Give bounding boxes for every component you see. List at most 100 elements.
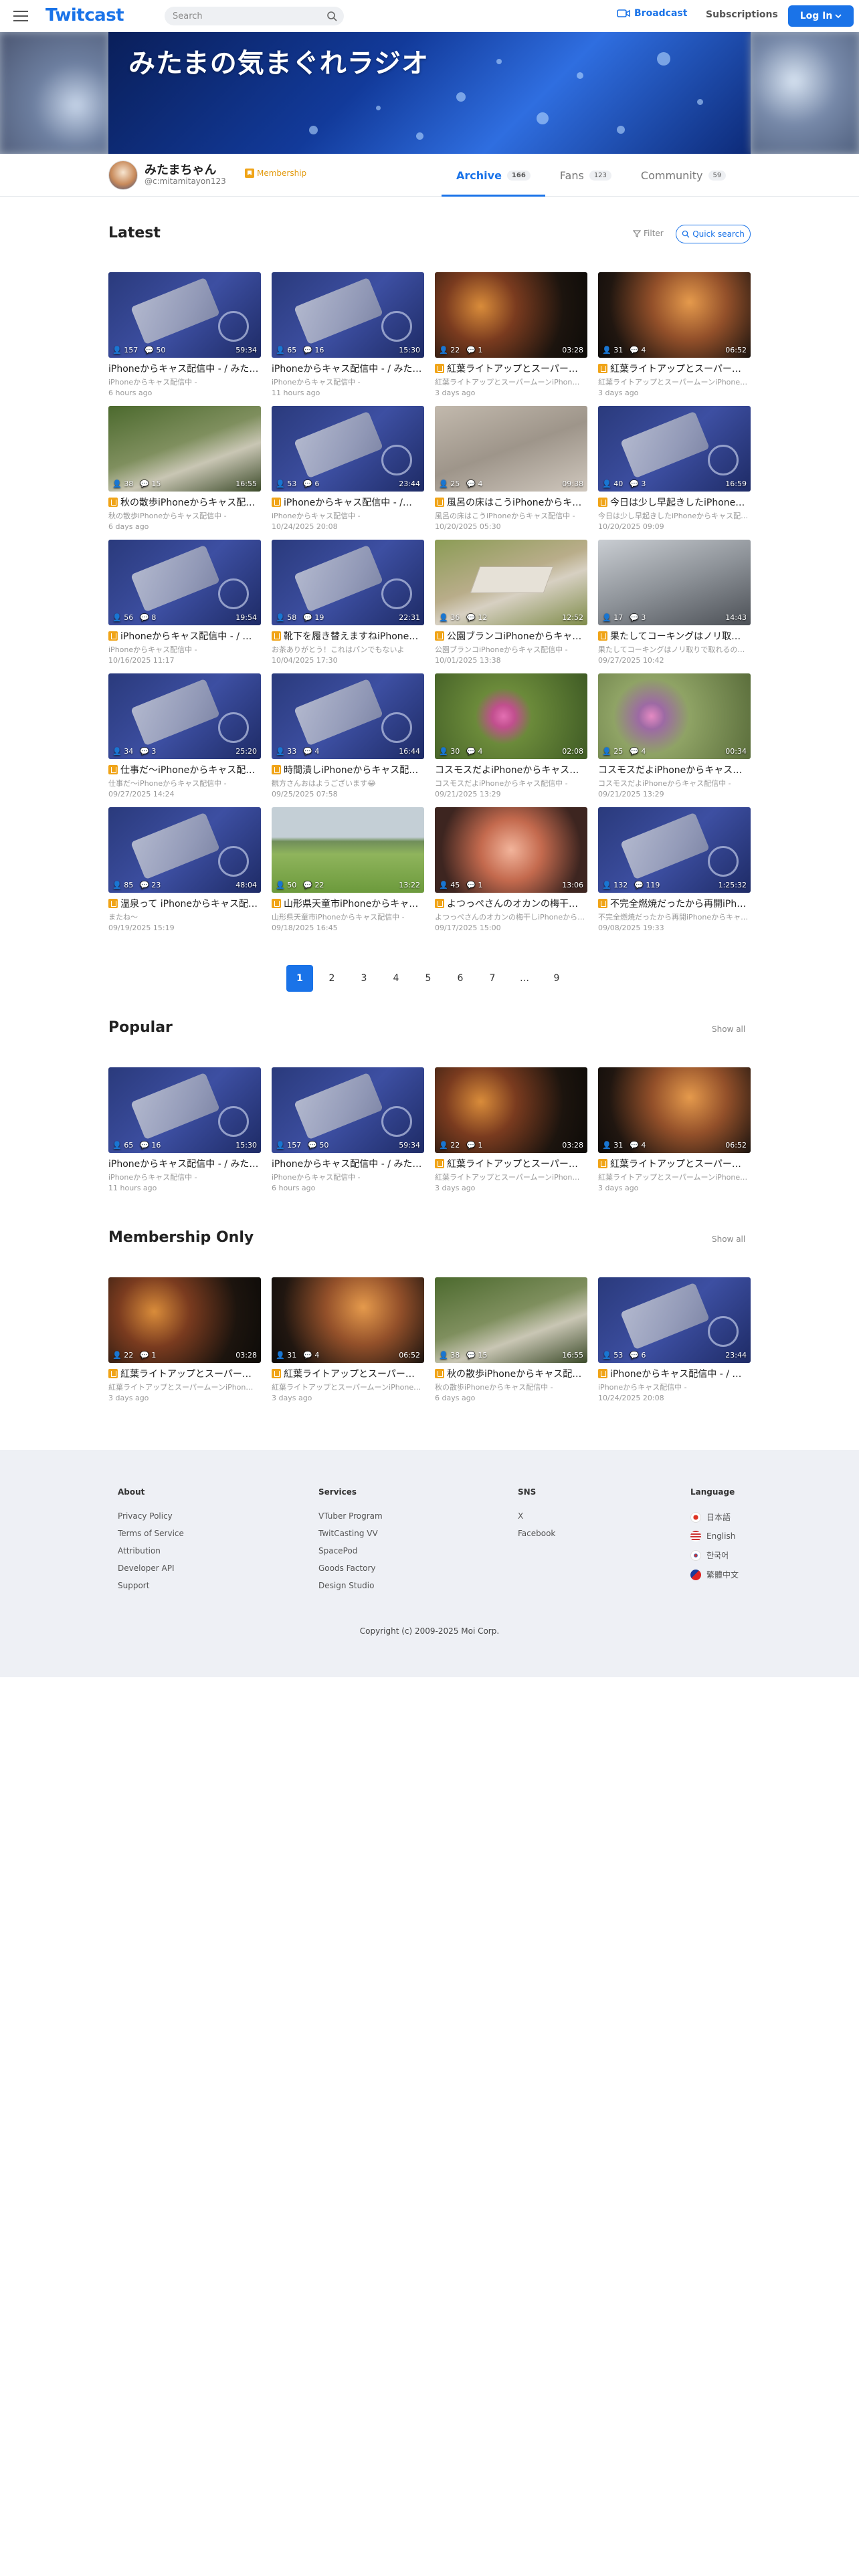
- video-title[interactable]: 靴下を履き替えますねiPhone…: [272, 629, 424, 643]
- video-thumbnail[interactable]: 👤 25 💬 4 09:38: [435, 406, 587, 492]
- login-button[interactable]: Log In: [788, 5, 854, 27]
- video-thumbnail[interactable]: 👤 40 💬 3 16:59: [598, 406, 751, 492]
- video-thumbnail[interactable]: 👤 30 💬 4 02:08: [435, 673, 587, 759]
- video-thumbnail[interactable]: 👤 157 💬 50 59:34: [108, 272, 261, 358]
- video-card[interactable]: 👤 25 💬 4 09:38 風呂の床はこうiPhoneからキ… 風呂の床はこうiPho…: [435, 406, 587, 540]
- video-title[interactable]: iPhoneからキャス配信中 - / …: [108, 629, 261, 643]
- video-title[interactable]: 紅葉ライトアップとスーパー…: [272, 1367, 424, 1380]
- footer-link-privacy[interactable]: Privacy Policy: [118, 1511, 184, 1521]
- video-thumbnail[interactable]: 👤 31 💬 4 06:52: [272, 1277, 424, 1363]
- video-title[interactable]: 紅葉ライトアップとスーパー…: [598, 1157, 751, 1170]
- video-thumbnail[interactable]: 👤 50 💬 22 13:22: [272, 807, 424, 893]
- search-input[interactable]: [173, 11, 320, 21]
- membership-show-all-link[interactable]: Show all: [712, 1235, 745, 1244]
- video-title[interactable]: 紅葉ライトアップとスーパー…: [108, 1367, 261, 1380]
- page-button[interactable]: 2: [318, 965, 345, 992]
- video-card[interactable]: 👤 157 💬 50 59:34 iPhoneからキャス配信中 - / みた… iPho…: [272, 1067, 424, 1201]
- page-button[interactable]: 7: [479, 965, 506, 992]
- video-thumbnail[interactable]: 👤 58 💬 19 22:31: [272, 540, 424, 625]
- video-thumbnail[interactable]: 👤 38 💬 15 16:55: [435, 1277, 587, 1363]
- video-card[interactable]: 👤 45 💬 1 13:06 よつっぺさんのオカンの梅干… よつっぺさんのオカンの梅干し…: [435, 807, 587, 941]
- video-title[interactable]: 公園ブランコiPhoneからキャ…: [435, 629, 587, 643]
- video-card[interactable]: 👤 65 💬 16 15:30 iPhoneからキャス配信中 - / みた… iPhon…: [108, 1067, 261, 1201]
- video-title[interactable]: iPhoneからキャス配信中 - / みた…: [272, 362, 424, 375]
- footer-link-design[interactable]: Design Studio: [318, 1581, 383, 1590]
- video-title[interactable]: 不完全燃焼だったから再開iPh…: [598, 897, 751, 910]
- video-title[interactable]: 紅葉ライトアップとスーパー…: [435, 1157, 587, 1170]
- video-thumbnail[interactable]: 👤 38 💬 15 16:55: [108, 406, 261, 492]
- video-thumbnail[interactable]: 👤 22 💬 1 03:28: [435, 272, 587, 358]
- footer-link-facebook[interactable]: Facebook: [518, 1529, 555, 1538]
- video-card[interactable]: 👤 34 💬 3 25:20 仕事だ〜iPhoneからキャス配… 仕事だ〜iPhoneか…: [108, 673, 261, 807]
- video-title[interactable]: iPhoneからキャス配信中 - / みた…: [108, 1157, 261, 1170]
- video-title[interactable]: コスモスだよiPhoneからキャス…: [435, 763, 587, 776]
- page-button[interactable]: 9: [543, 965, 570, 992]
- video-thumbnail[interactable]: 👤 45 💬 1 13:06: [435, 807, 587, 893]
- video-card[interactable]: 👤 157 💬 50 59:34 iPhoneからキャス配信中 - / みた… iPho…: [108, 272, 261, 406]
- profile-name[interactable]: みたまちゃん: [145, 160, 216, 178]
- video-card[interactable]: 👤 31 💬 4 06:52 紅葉ライトアップとスーパー… 紅葉ライトアップとスーパーム…: [598, 1067, 751, 1201]
- video-title[interactable]: 今日は少し早起きしたiPhone…: [598, 496, 751, 509]
- video-card[interactable]: 👤 53 💬 6 23:44 iPhoneからキャス配信中 - /… iPhoneからキ…: [272, 406, 424, 540]
- tab-community[interactable]: Community 59: [626, 154, 741, 197]
- footer-link-attribution[interactable]: Attribution: [118, 1546, 184, 1555]
- video-title[interactable]: iPhoneからキャス配信中 - /…: [272, 496, 424, 509]
- video-title[interactable]: 紅葉ライトアップとスーパー…: [598, 362, 751, 375]
- video-title[interactable]: 秋の散歩iPhoneからキャス配…: [108, 496, 261, 509]
- menu-icon[interactable]: [13, 9, 28, 21]
- video-title[interactable]: コスモスだよiPhoneからキャス…: [598, 763, 751, 776]
- video-card[interactable]: 👤 22 💬 1 03:28 紅葉ライトアップとスーパー… 紅葉ライトアップとスーパーム…: [435, 1067, 587, 1201]
- video-title[interactable]: iPhoneからキャス配信中 - / みた…: [272, 1157, 424, 1170]
- footer-link-vtuber[interactable]: VTuber Program: [318, 1511, 383, 1521]
- video-thumbnail[interactable]: 👤 157 💬 50 59:34: [272, 1067, 424, 1153]
- avatar[interactable]: [108, 160, 138, 190]
- video-thumbnail[interactable]: 👤 36 💬 12 12:52: [435, 540, 587, 625]
- video-thumbnail[interactable]: 👤 31 💬 4 06:52: [598, 272, 751, 358]
- tab-fans[interactable]: Fans 123: [545, 154, 626, 197]
- footer-link-spacepod[interactable]: SpacePod: [318, 1546, 383, 1555]
- site-logo[interactable]: Twitcast: [45, 5, 124, 25]
- footer-link-x[interactable]: X: [518, 1511, 555, 1521]
- video-card[interactable]: 👤 31 💬 4 06:52 紅葉ライトアップとスーパー… 紅葉ライトアップとスーパーム…: [272, 1277, 424, 1411]
- video-card[interactable]: 👤 132 💬 119 1:25:32 不完全燃焼だったから再開iPh… 不完全燃焼だっ…: [598, 807, 751, 941]
- footer-link-goods[interactable]: Goods Factory: [318, 1564, 383, 1573]
- filter-button[interactable]: Filter: [633, 229, 664, 238]
- video-title[interactable]: 風呂の床はこうiPhoneからキ…: [435, 496, 587, 509]
- video-thumbnail[interactable]: 👤 17 💬 3 14:43: [598, 540, 751, 625]
- video-card[interactable]: 👤 65 💬 16 15:30 iPhoneからキャス配信中 - / みた… iPhon…: [272, 272, 424, 406]
- page-button[interactable]: 4: [383, 965, 409, 992]
- language-zh[interactable]: 繁體中文: [690, 1569, 739, 1580]
- video-card[interactable]: 👤 22 💬 1 03:28 紅葉ライトアップとスーパー… 紅葉ライトアップとスーパーム…: [108, 1277, 261, 1411]
- footer-link-vv[interactable]: TwitCasting VV: [318, 1529, 383, 1538]
- search-icon[interactable]: [326, 11, 337, 21]
- video-card[interactable]: 👤 58 💬 19 22:31 靴下を履き替えますねiPhone… お茶ありがとう！これ…: [272, 540, 424, 673]
- video-thumbnail[interactable]: 👤 65 💬 16 15:30: [108, 1067, 261, 1153]
- language-ja[interactable]: 日本語: [690, 1511, 739, 1523]
- video-card[interactable]: 👤 53 💬 6 23:44 iPhoneからキャス配信中 - / … iPhoneから…: [598, 1277, 751, 1411]
- video-card[interactable]: 👤 38 💬 15 16:55 秋の散歩iPhoneからキャス配… 秋の散歩iPhone…: [108, 406, 261, 540]
- video-card[interactable]: 👤 85 💬 23 48:04 温泉って iPhoneからキャス配… またね〜 09/19…: [108, 807, 261, 941]
- video-thumbnail[interactable]: 👤 85 💬 23 48:04: [108, 807, 261, 893]
- membership-badge[interactable]: Membership: [245, 169, 306, 178]
- video-card[interactable]: 👤 40 💬 3 16:59 今日は少し早起きしたiPhone… 今日は少し早起きしたi…: [598, 406, 751, 540]
- video-thumbnail[interactable]: 👤 65 💬 16 15:30: [272, 272, 424, 358]
- video-title[interactable]: 果たしてコーキングはノリ取…: [598, 629, 751, 643]
- video-title[interactable]: 時間潰しiPhoneからキャス配…: [272, 763, 424, 776]
- broadcast-link[interactable]: Broadcast: [617, 8, 687, 19]
- video-thumbnail[interactable]: 👤 132 💬 119 1:25:32: [598, 807, 751, 893]
- video-title[interactable]: iPhoneからキャス配信中 - / …: [598, 1367, 751, 1380]
- video-thumbnail[interactable]: 👤 34 💬 3 25:20: [108, 673, 261, 759]
- page-button[interactable]: 1: [286, 965, 313, 992]
- video-card[interactable]: 👤 33 💬 4 16:44 時間潰しiPhoneからキャス配… 観方さんおはようござい…: [272, 673, 424, 807]
- video-card[interactable]: 👤 17 💬 3 14:43 果たしてコーキングはノリ取… 果たしてコーキングはノリ取り…: [598, 540, 751, 673]
- video-card[interactable]: 👤 25 💬 4 00:34 コスモスだよiPhoneからキャス… コスモスだよiPho…: [598, 673, 751, 807]
- video-card[interactable]: 👤 36 💬 12 12:52 公園ブランコiPhoneからキャ… 公園ブランコiPho…: [435, 540, 587, 673]
- video-thumbnail[interactable]: 👤 56 💬 8 19:54: [108, 540, 261, 625]
- page-button[interactable]: 3: [351, 965, 377, 992]
- language-ko[interactable]: 한국어: [690, 1549, 739, 1561]
- page-button[interactable]: 5: [415, 965, 442, 992]
- video-title[interactable]: 秋の散歩iPhoneからキャス配…: [435, 1367, 587, 1380]
- popular-show-all-link[interactable]: Show all: [712, 1025, 745, 1034]
- page-button[interactable]: 6: [447, 965, 474, 992]
- video-card[interactable]: 👤 56 💬 8 19:54 iPhoneからキャス配信中 - / … iPhoneから…: [108, 540, 261, 673]
